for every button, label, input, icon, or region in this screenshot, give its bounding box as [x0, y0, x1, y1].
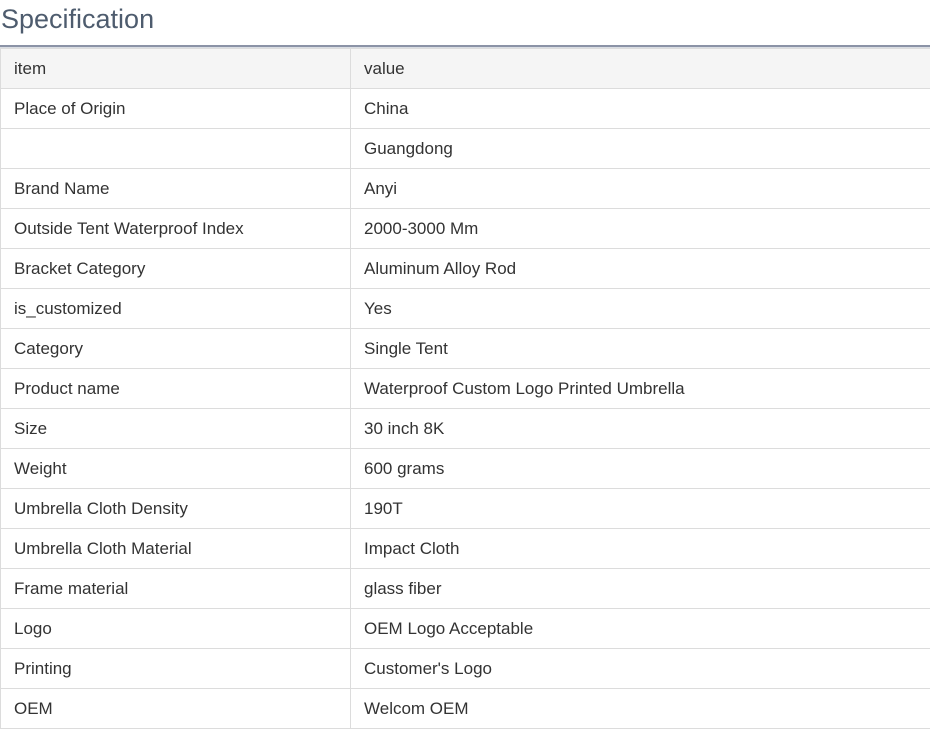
- spec-value-cell: 30 inch 8K: [351, 409, 930, 449]
- spec-item-cell: Umbrella Cloth Material: [1, 529, 351, 569]
- column-header-value: value: [351, 49, 930, 89]
- spec-item-cell: Outside Tent Waterproof Index: [1, 209, 351, 249]
- specification-table: item value Place of OriginChinaGuangdong…: [0, 48, 930, 729]
- table-row: Size30 inch 8K: [1, 409, 930, 449]
- table-row: PrintingCustomer's Logo: [1, 649, 930, 689]
- table-row: Umbrella Cloth MaterialImpact Cloth: [1, 529, 930, 569]
- column-header-item: item: [1, 49, 351, 89]
- spec-item-cell: Logo: [1, 609, 351, 649]
- spec-item-cell: Product name: [1, 369, 351, 409]
- table-row: Product nameWaterproof Custom Logo Print…: [1, 369, 930, 409]
- table-row: LogoOEM Logo Acceptable: [1, 609, 930, 649]
- spec-item-cell: OEM: [1, 689, 351, 729]
- spec-value-cell: OEM Logo Acceptable: [351, 609, 930, 649]
- spec-item-cell: Printing: [1, 649, 351, 689]
- spec-item-cell: is_customized: [1, 289, 351, 329]
- spec-item-cell: Frame material: [1, 569, 351, 609]
- spec-item-cell: Bracket Category: [1, 249, 351, 289]
- table-row: Guangdong: [1, 129, 930, 169]
- table-row: Frame materialglass fiber: [1, 569, 930, 609]
- spec-item-cell: Weight: [1, 449, 351, 489]
- spec-item-cell: Place of Origin: [1, 89, 351, 129]
- table-row: Weight600 grams: [1, 449, 930, 489]
- spec-item-cell: Size: [1, 409, 351, 449]
- spec-value-cell: Single Tent: [351, 329, 930, 369]
- spec-value-cell: Impact Cloth: [351, 529, 930, 569]
- table-row: Umbrella Cloth Density190T: [1, 489, 930, 529]
- spec-value-cell: Customer's Logo: [351, 649, 930, 689]
- table-row: Outside Tent Waterproof Index2000-3000 M…: [1, 209, 930, 249]
- spec-value-cell: 600 grams: [351, 449, 930, 489]
- spec-item-cell: Category: [1, 329, 351, 369]
- spec-value-cell: 2000-3000 Mm: [351, 209, 930, 249]
- table-row: CategorySingle Tent: [1, 329, 930, 369]
- spec-item-cell: Brand Name: [1, 169, 351, 209]
- spec-value-cell: Guangdong: [351, 129, 930, 169]
- spec-item-cell: Umbrella Cloth Density: [1, 489, 351, 529]
- spec-value-cell: Yes: [351, 289, 930, 329]
- spec-value-cell: Aluminum Alloy Rod: [351, 249, 930, 289]
- spec-value-cell: 190T: [351, 489, 930, 529]
- spec-value-cell: Welcom OEM: [351, 689, 930, 729]
- page-title: Specification: [0, 0, 154, 45]
- spec-value-cell: Anyi: [351, 169, 930, 209]
- table-row: Place of OriginChina: [1, 89, 930, 129]
- table-header-row: item value: [1, 49, 930, 89]
- table-row: OEMWelcom OEM: [1, 689, 930, 729]
- table-row: is_customizedYes: [1, 289, 930, 329]
- spec-item-cell: [1, 129, 351, 169]
- specification-table-body: item value Place of OriginChinaGuangdong…: [1, 49, 930, 729]
- table-row: Bracket CategoryAluminum Alloy Rod: [1, 249, 930, 289]
- spec-value-cell: glass fiber: [351, 569, 930, 609]
- spec-value-cell: China: [351, 89, 930, 129]
- spec-value-cell: Waterproof Custom Logo Printed Umbrella: [351, 369, 930, 409]
- table-row: Brand NameAnyi: [1, 169, 930, 209]
